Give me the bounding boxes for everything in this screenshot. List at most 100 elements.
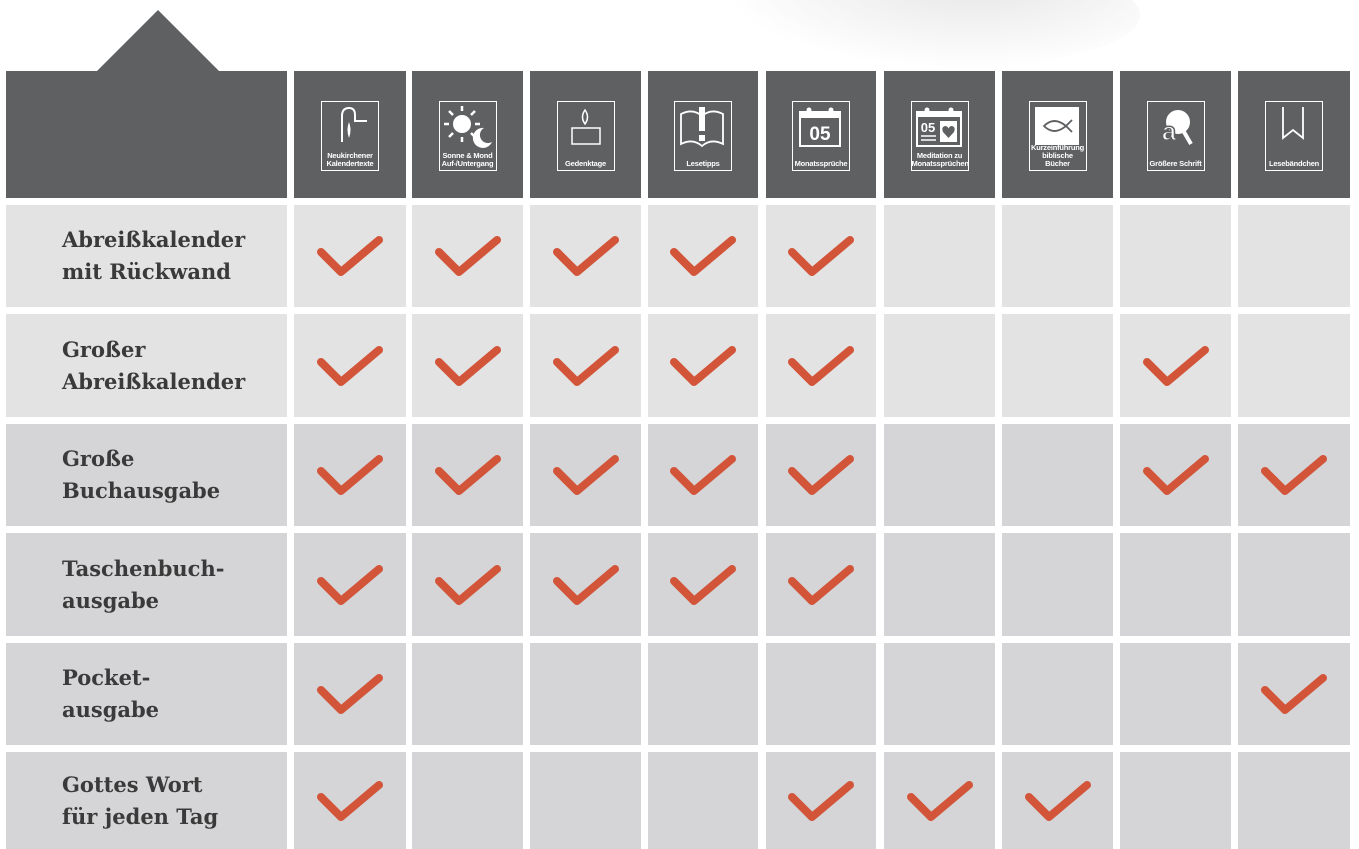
product-name-line2: Abreißkalender xyxy=(62,368,246,394)
product-name: Taschenbuch-ausgabe xyxy=(62,553,224,617)
feature-icon-box: Neukirchener Kalendertexte xyxy=(321,100,379,171)
checkmark-icon xyxy=(317,345,383,386)
header-corner xyxy=(6,71,287,198)
table-cell xyxy=(1120,752,1231,849)
feature-icon-box: a Größere Schrift xyxy=(1146,100,1205,171)
feature-label-line1: Lesetipps xyxy=(686,158,720,168)
feature-label: Gedenktage xyxy=(558,159,614,168)
feature-icon-box: Kurzeinführung biblische Bücher xyxy=(1028,100,1087,171)
checkmark-icon xyxy=(670,564,736,605)
table-cell xyxy=(530,533,641,636)
table-cell xyxy=(648,533,758,636)
checkmark-icon xyxy=(1261,674,1327,714)
feature-label: Meditation zu Monatssprüchen xyxy=(911,151,969,168)
table-cell xyxy=(884,205,995,307)
table-cell xyxy=(1238,533,1350,636)
checkmark-icon xyxy=(317,780,383,821)
product-name-line1: Großer xyxy=(62,336,146,362)
product-name: Großer Abreißkalender xyxy=(62,334,245,398)
checkmark-icon xyxy=(434,236,501,276)
checkmark-icon xyxy=(670,455,736,495)
table-cell xyxy=(530,752,641,849)
table-cell xyxy=(766,533,876,636)
column-header: Lesebändchen xyxy=(1238,71,1350,198)
table-cell xyxy=(766,205,876,307)
table-cell xyxy=(1120,424,1231,526)
candle-icon xyxy=(570,108,601,145)
table-cell xyxy=(648,752,758,849)
column-header: Gedenktage xyxy=(530,71,641,198)
feature-icon-box: 05 Monatssprüche xyxy=(792,100,850,171)
row-label: Große Buchausgabe xyxy=(6,424,287,526)
checkmark-icon xyxy=(670,236,736,276)
svg-text:05: 05 xyxy=(809,124,831,145)
feature-icon-box: 05 Meditation zu Monatssprüchen xyxy=(910,100,969,171)
table-cell xyxy=(294,533,406,636)
feature-icon-box: Lesebändchen xyxy=(1265,100,1323,171)
product-name-line1: Gottes Wort xyxy=(62,771,203,797)
table-cell xyxy=(530,643,641,745)
table-cell xyxy=(1002,643,1113,745)
table-cell xyxy=(884,643,995,745)
table-cell xyxy=(884,752,995,849)
table-cell xyxy=(1120,533,1231,636)
table-cell xyxy=(530,424,641,526)
feature-label: Monatssprüche xyxy=(793,158,849,168)
table-cell xyxy=(766,643,876,745)
column-header: Kurzeinführung biblische Bücher xyxy=(1002,71,1113,198)
feature-label: Lesebändchen xyxy=(1266,159,1322,168)
row-label: Gottes Wort für jeden Tag xyxy=(6,752,287,849)
magnifier-a-icon: a xyxy=(1161,109,1193,146)
checkmark-icon xyxy=(434,455,501,495)
product-name-line2: ausgabe xyxy=(62,697,160,722)
checkmark-icon xyxy=(317,674,383,714)
feature-label-line2: Monatssprüchen xyxy=(911,158,969,168)
checkmark-icon xyxy=(434,345,501,386)
product-name: Gottes Wort für jeden Tag xyxy=(62,769,218,833)
checkmark-icon xyxy=(788,780,854,821)
product-name: Abreißkalender mit Rückwand xyxy=(62,224,245,288)
checkmark-icon xyxy=(552,345,619,386)
table-cell xyxy=(648,314,758,417)
column-header: Neukirchener Kalendertexte xyxy=(294,71,406,198)
product-name-line2: Buchausgabe xyxy=(62,478,221,503)
table-cell xyxy=(648,205,758,307)
table-cell xyxy=(412,533,523,636)
table-cell xyxy=(884,314,995,417)
svg-text:a: a xyxy=(1161,116,1176,146)
feature-label-line2: biblische Bücher xyxy=(1042,150,1073,168)
table-cell xyxy=(1238,752,1350,849)
product-name: Pocket-ausgabe xyxy=(62,662,159,726)
product-name-line1: Pocket- xyxy=(62,665,151,690)
column-header: Lesetipps xyxy=(648,71,758,198)
table-cell xyxy=(294,424,406,526)
checkmark-icon xyxy=(1024,780,1091,821)
table-cell xyxy=(1002,424,1113,526)
row-label: Pocket-ausgabe xyxy=(6,643,287,745)
feature-label: Größere Schrift xyxy=(1148,159,1204,168)
table-cell xyxy=(1238,424,1350,526)
feature-label: Kurzeinführung biblische Bücher xyxy=(1030,143,1086,168)
row-label: Großer Abreißkalender xyxy=(6,314,287,417)
table-cell xyxy=(884,424,995,526)
table-cell xyxy=(1120,205,1231,307)
book-exclamation-icon xyxy=(680,106,724,147)
table-cell xyxy=(412,643,523,745)
column-header: Sonne & Mond Auf-/Untergang xyxy=(412,71,523,198)
feature-icon-box: Lesetipps xyxy=(674,100,732,171)
product-name-line1: Abreißkalender xyxy=(62,227,246,252)
bookmark-icon xyxy=(1282,106,1304,140)
checkmark-icon xyxy=(788,236,854,276)
checkmark-icon xyxy=(317,455,383,495)
checkmark-icon xyxy=(552,236,619,276)
table-cell xyxy=(412,424,523,526)
product-name-line1: Große xyxy=(62,446,135,471)
table-cell xyxy=(530,205,641,307)
feature-label-line1: Monatssprüche xyxy=(794,158,848,168)
checkmark-icon xyxy=(1142,345,1209,386)
table-cell xyxy=(1238,314,1350,417)
sun-moon-icon xyxy=(443,105,492,148)
product-name-line2: für jeden Tag xyxy=(62,803,219,829)
column-header: 05 Meditation zu Monatssprüchen xyxy=(884,71,995,198)
calendar-05-icon: 05 xyxy=(799,107,841,147)
